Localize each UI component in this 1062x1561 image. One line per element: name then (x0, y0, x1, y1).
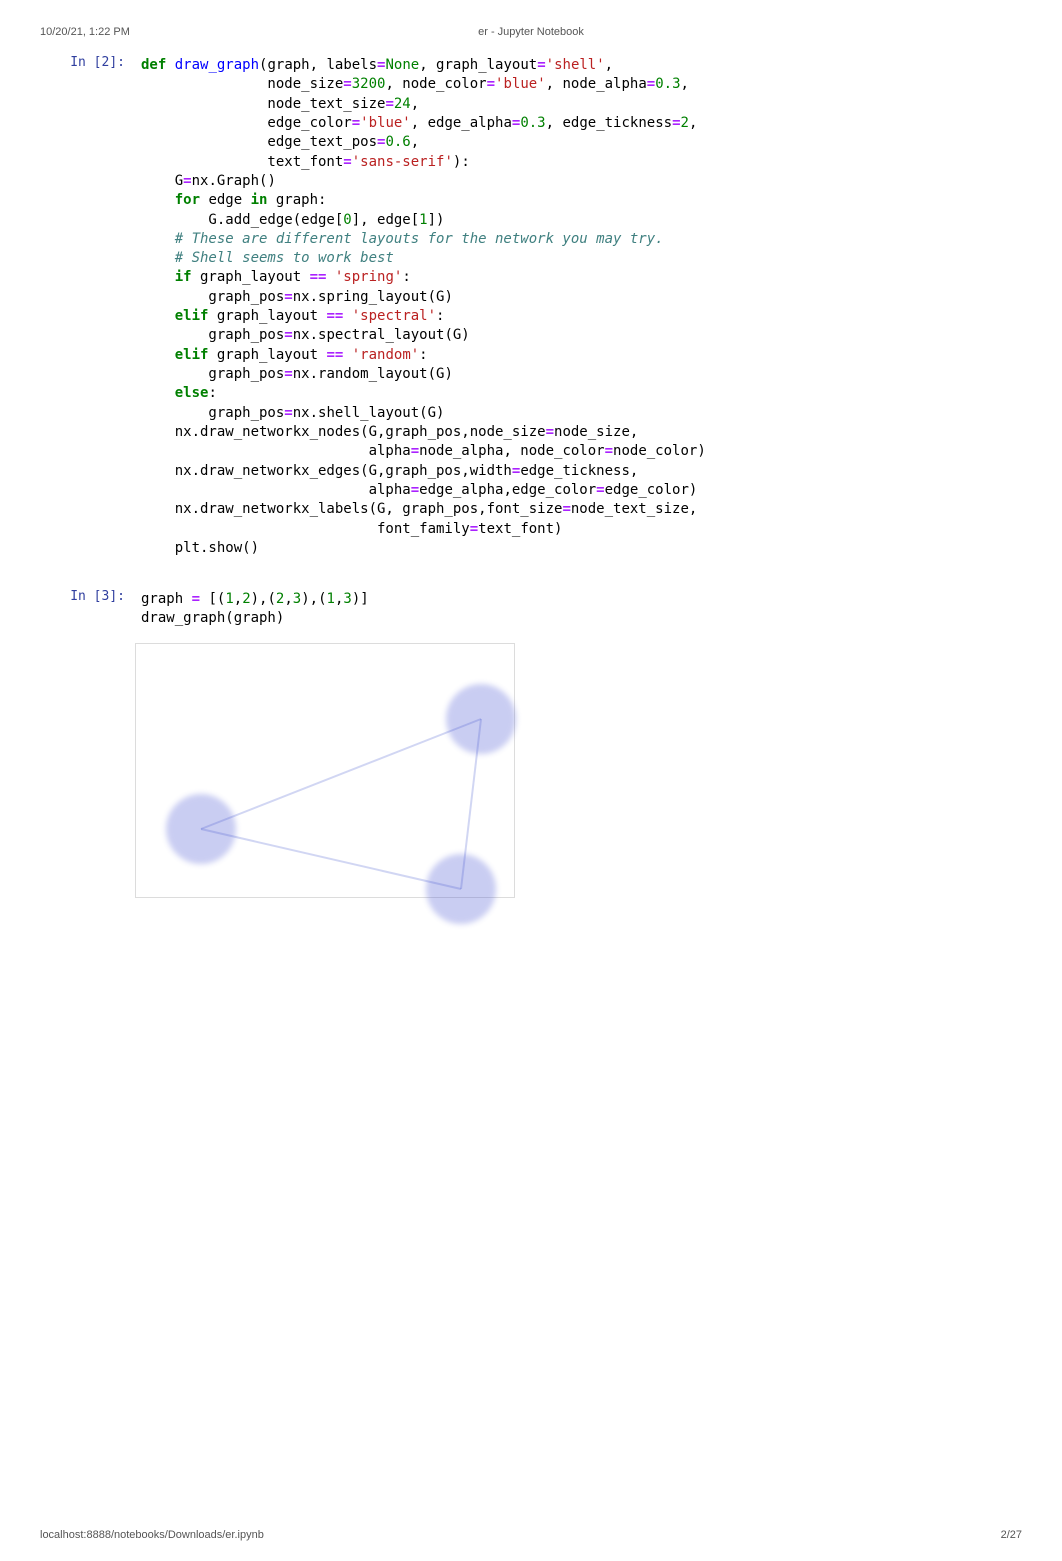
input-prompt-3: In [3]: (40, 586, 135, 635)
code-cell-3: In [3]: graph = [(1,2),(2,3),(1,3)] draw… (40, 586, 1022, 635)
graph-node (426, 854, 496, 924)
graph-output (135, 643, 515, 898)
footer-url: localhost:8888/notebooks/Downloads/er.ip… (40, 1529, 264, 1541)
input-prompt-2: In [2]: (40, 52, 135, 564)
code-input-2[interactable]: def draw_graph(graph, labels=None, graph… (135, 52, 1022, 564)
print-date: 10/20/21, 1:22 PM (40, 26, 130, 38)
print-title: er - Jupyter Notebook (478, 26, 584, 38)
code-cell-2: In [2]: def draw_graph(graph, labels=Non… (40, 52, 1022, 564)
print-header: 10/20/21, 1:22 PM er - Jupyter Notebook (40, 20, 1022, 52)
graph-node (446, 684, 516, 754)
footer-page: 2/27 (1001, 1529, 1022, 1541)
graph-node (166, 794, 236, 864)
code-input-3[interactable]: graph = [(1,2),(2,3),(1,3)] draw_graph(g… (135, 586, 1022, 635)
print-footer: localhost:8888/notebooks/Downloads/er.ip… (40, 1529, 1022, 1541)
